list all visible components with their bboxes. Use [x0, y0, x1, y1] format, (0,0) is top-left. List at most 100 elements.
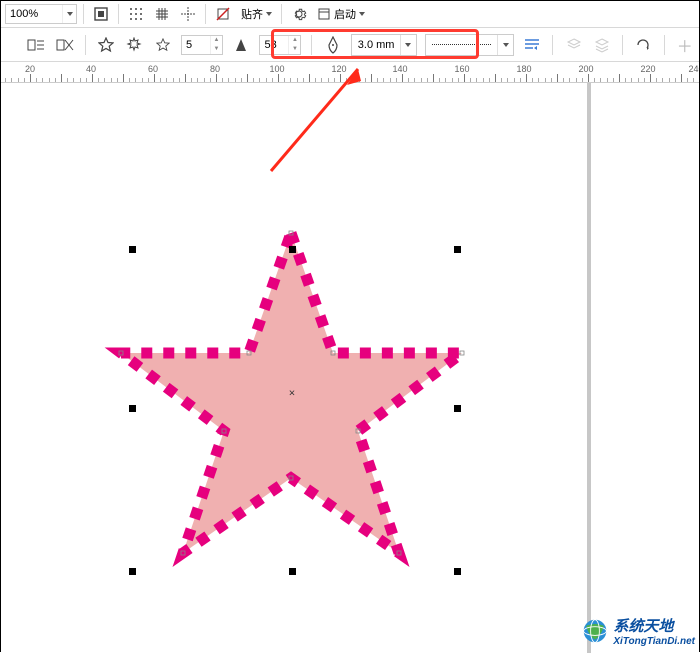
sharpness-spinner[interactable]: ▲▼ [259, 35, 301, 55]
ruler-tick [607, 78, 608, 82]
star-points-spinner[interactable]: ▲▼ [181, 35, 223, 55]
ruler-tick [396, 78, 397, 82]
ruler-tick [272, 78, 273, 82]
outline-width-combo[interactable] [351, 34, 417, 56]
panel-icon [317, 7, 331, 21]
zoom-dropdown[interactable] [62, 5, 76, 23]
line-style-combo[interactable] [425, 34, 514, 56]
sharpness-input[interactable] [260, 39, 288, 51]
watermark: 系统天地 XiTongTianDi.net [581, 615, 695, 647]
ruler-tick [675, 78, 676, 82]
ruler-tick [228, 78, 229, 82]
layer-back-icon [592, 34, 612, 56]
ruler-label: 40 [86, 64, 96, 74]
ruler-tick [464, 74, 465, 82]
ruler-tick [600, 78, 601, 82]
spin-up[interactable]: ▲ [289, 36, 300, 45]
snap-off-button[interactable] [212, 3, 234, 25]
selection-handle[interactable] [129, 405, 136, 412]
star-burst-icon[interactable] [124, 34, 144, 56]
outline-width-dropdown[interactable] [400, 35, 416, 55]
canvas[interactable]: × [1, 83, 699, 653]
selection-handle[interactable] [289, 568, 296, 575]
selection-handle[interactable] [454, 405, 461, 412]
outline-width-input[interactable] [352, 39, 400, 51]
selection-handle[interactable] [289, 246, 296, 253]
grid-dots-icon[interactable] [125, 3, 147, 25]
zoom-input[interactable] [6, 5, 62, 23]
ruler-tick [346, 78, 347, 82]
ruler-tick [154, 74, 155, 82]
selection-handle[interactable] [454, 246, 461, 253]
separator [281, 4, 282, 24]
globe-logo-icon [581, 617, 609, 645]
show-frame-icon[interactable] [90, 3, 112, 25]
ruler-tick [222, 78, 223, 82]
ruler-tick [408, 78, 409, 82]
linestyle-dropdown[interactable] [497, 35, 513, 55]
ruler-tick [445, 78, 446, 82]
ruler-tick [433, 74, 434, 82]
spin-down[interactable]: ▼ [289, 45, 300, 54]
ruler-tick [117, 78, 118, 82]
separator [622, 35, 623, 55]
star-points-input[interactable] [182, 39, 210, 51]
refresh-icon[interactable] [633, 34, 653, 56]
star-shape[interactable] [1, 83, 700, 653]
separator [552, 35, 553, 55]
ruler-tick [495, 74, 496, 82]
selection-center[interactable]: × [288, 389, 297, 398]
ruler-tick [650, 74, 651, 82]
ruler-tick [247, 74, 248, 82]
ruler-label: 80 [210, 64, 220, 74]
ruler-tick [80, 78, 81, 82]
separator [85, 35, 86, 55]
selection-handle[interactable] [129, 568, 136, 575]
ruler-tick [501, 78, 502, 82]
watermark-text-en: XiTongTianDi.net [613, 636, 695, 647]
ruler-tick [439, 78, 440, 82]
launch-menu[interactable]: 启动 [314, 3, 368, 25]
ruler-tick [148, 78, 149, 82]
ruler-tick [538, 78, 539, 82]
selection-handle[interactable] [454, 568, 461, 575]
ruler-tick [619, 74, 620, 82]
ruler-tick [383, 78, 384, 82]
layer-front-icon [563, 34, 583, 56]
ruler-tick [352, 78, 353, 82]
ruler-label: 20 [25, 64, 35, 74]
zoom-combo[interactable] [5, 4, 77, 24]
linestyle-preview [426, 35, 497, 55]
ruler-tick [452, 78, 453, 82]
ruler-tick [644, 78, 645, 82]
ruler-horizontal[interactable]: 20406080100120140160180200220240 [1, 62, 699, 83]
ruler-tick [266, 78, 267, 82]
ruler-label: 120 [331, 64, 346, 74]
ruler-tick [489, 78, 490, 82]
ruler-tick [92, 74, 93, 82]
spin-up[interactable]: ▲ [211, 36, 222, 45]
ruler-tick [576, 78, 577, 82]
ruler-tick [5, 78, 6, 82]
spin-down[interactable]: ▼ [211, 45, 222, 54]
wrap-remove-icon[interactable] [54, 34, 74, 56]
grid-lines-icon[interactable] [151, 3, 173, 25]
ruler-tick [588, 74, 589, 82]
ruler-guides-icon[interactable] [177, 3, 199, 25]
snap-menu[interactable]: 贴齐 [238, 3, 275, 25]
ruler-tick [427, 78, 428, 82]
selection-handle[interactable] [129, 246, 136, 253]
paragraph-wrap-icon[interactable] [522, 34, 542, 56]
ruler-tick [235, 78, 236, 82]
ruler-tick [197, 78, 198, 82]
ruler-tick [365, 78, 366, 82]
ruler-tick [631, 78, 632, 82]
star-outline-icon[interactable] [96, 34, 116, 56]
ruler-tick [173, 78, 174, 82]
ruler-tick [98, 78, 99, 82]
ruler-tick [371, 74, 372, 82]
separator [83, 4, 84, 24]
ruler-tick [526, 74, 527, 82]
settings-gear-icon[interactable] [288, 3, 310, 25]
wrap-flow-icon[interactable] [26, 34, 46, 56]
